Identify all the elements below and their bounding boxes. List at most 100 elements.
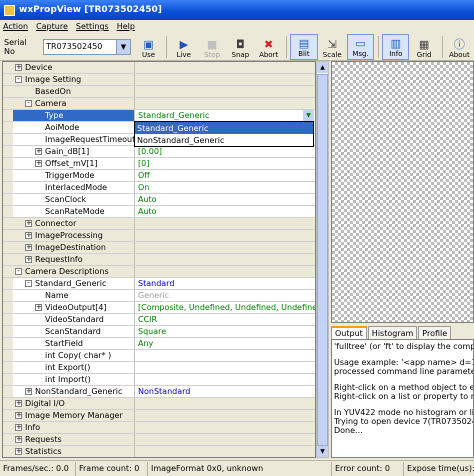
- property-value: Standard: [138, 279, 175, 288]
- property-row[interactable]: ScanStandard Square: [3, 326, 315, 338]
- property-row[interactable]: InterlacedMode On: [3, 182, 315, 194]
- property-row[interactable]: + Device: [3, 62, 315, 74]
- expand-icon[interactable]: +: [25, 256, 32, 263]
- property-row[interactable]: + RequestInfo: [3, 254, 315, 266]
- expand-icon[interactable]: +: [25, 220, 32, 227]
- chevron-down-icon[interactable]: ▼: [115, 39, 130, 54]
- blit-button[interactable]: ▤ Blit: [290, 33, 318, 60]
- scroll-down-icon[interactable]: ▼: [317, 446, 328, 457]
- expand-icon[interactable]: +: [35, 148, 42, 155]
- property-value-cell[interactable]: CCIR: [135, 314, 315, 325]
- property-row[interactable]: + Gain_dB[1] [0.00]: [3, 146, 315, 158]
- property-value-cell[interactable]: [0]: [135, 158, 315, 169]
- property-row[interactable]: StartField Any: [3, 338, 315, 350]
- property-row[interactable]: ScanClock Auto: [3, 194, 315, 206]
- grid-button[interactable]: ▦ Grid: [410, 34, 437, 60]
- serial-select[interactable]: TR073502450 ▼: [43, 38, 131, 55]
- abort-button[interactable]: ✖ Abort: [255, 34, 282, 60]
- property-value-cell[interactable]: Any: [135, 338, 315, 349]
- property-row[interactable]: TriggerMode Off: [3, 170, 315, 182]
- chevron-down-icon[interactable]: ▼: [303, 110, 314, 121]
- expand-icon[interactable]: +: [25, 244, 32, 251]
- property-value-cell[interactable]: [0.00]: [135, 146, 315, 157]
- property-row[interactable]: + Statistics: [3, 446, 315, 457]
- about-button[interactable]: ⓘ About: [446, 34, 473, 60]
- expand-icon[interactable]: +: [25, 232, 32, 239]
- expand-icon[interactable]: +: [15, 448, 22, 455]
- property-grid-scrollbar[interactable]: ▲ ▼: [316, 61, 329, 458]
- tab-output[interactable]: Output: [331, 326, 367, 339]
- property-row[interactable]: + ImageProcessing: [3, 230, 315, 242]
- property-row[interactable]: + Requests: [3, 434, 315, 446]
- scroll-up-icon[interactable]: ▲: [317, 62, 328, 73]
- snap-button[interactable]: ◘ Snap: [227, 34, 254, 60]
- menu-help[interactable]: Help: [117, 22, 135, 31]
- property-row[interactable]: - Camera: [3, 98, 315, 110]
- collapse-icon[interactable]: -: [25, 280, 32, 287]
- property-value-cell[interactable]: Generic: [135, 290, 315, 301]
- message-button[interactable]: ▭ Msg.: [346, 33, 375, 60]
- menu-settings[interactable]: Settings: [76, 22, 109, 31]
- property-value-cell[interactable]: Standard_Generic ▼: [135, 110, 315, 121]
- property-row[interactable]: BasedOn: [3, 86, 315, 98]
- use-button[interactable]: ▣ Use: [135, 34, 162, 60]
- property-label: AoiMode: [45, 123, 80, 132]
- dropdown-option[interactable]: Standard_Generic: [135, 122, 313, 134]
- property-row[interactable]: - Camera Descriptions: [3, 266, 315, 278]
- expand-icon[interactable]: +: [15, 436, 22, 443]
- property-row[interactable]: + Connector: [3, 218, 315, 230]
- property-row[interactable]: + NonStandard_Generic NonStandard: [3, 386, 315, 398]
- property-row[interactable]: - Image Setting: [3, 74, 315, 86]
- expand-icon[interactable]: +: [15, 64, 22, 71]
- scale-button[interactable]: ⇲ Scale: [319, 34, 346, 60]
- output-log[interactable]: 'fulltree' (or 'ft' to display the compl…: [331, 339, 474, 458]
- property-row[interactable]: + Image Memory Manager: [3, 410, 315, 422]
- property-row[interactable]: + VideoOutput[4] [Composite, Undefined, Un…: [3, 302, 315, 314]
- expand-icon[interactable]: +: [35, 160, 42, 167]
- expand-icon[interactable]: +: [15, 400, 22, 407]
- tab-profile[interactable]: Profile: [418, 326, 452, 339]
- property-label: Name: [45, 291, 69, 300]
- property-row[interactable]: - Standard_Generic Standard: [3, 278, 315, 290]
- property-row[interactable]: + Digital I/O: [3, 398, 315, 410]
- property-row[interactable]: VideoStandard CCIR: [3, 314, 315, 326]
- property-row[interactable]: int Copy( char* ): [3, 350, 315, 362]
- property-value-cell[interactable]: [135, 362, 315, 373]
- collapse-icon[interactable]: -: [15, 268, 22, 275]
- info-button[interactable]: ▥ Info: [382, 33, 410, 60]
- property-row[interactable]: + Offset_mV[1] [0]: [3, 158, 315, 170]
- expand-icon[interactable]: +: [25, 388, 32, 395]
- menu-action[interactable]: Action: [3, 22, 28, 31]
- property-row[interactable]: + Info: [3, 422, 315, 434]
- menu-capture[interactable]: Capture: [36, 22, 68, 31]
- property-value-cell[interactable]: On: [135, 182, 315, 193]
- row-gutter: [3, 134, 13, 145]
- property-row[interactable]: ScanRateMode Auto: [3, 206, 315, 218]
- scroll-thumb[interactable]: [317, 74, 328, 446]
- property-value-cell[interactable]: Square: [135, 326, 315, 337]
- tab-histogram[interactable]: Histogram: [367, 326, 418, 339]
- property-value-cell[interactable]: NonStandard: [135, 386, 315, 397]
- row-gutter: [3, 410, 13, 421]
- property-value-cell[interactable]: Standard: [135, 278, 315, 289]
- collapse-icon[interactable]: -: [25, 100, 32, 107]
- property-value-cell[interactable]: Auto: [135, 206, 315, 217]
- property-value-cell[interactable]: [135, 350, 315, 361]
- expand-icon[interactable]: +: [15, 424, 22, 431]
- property-value-cell[interactable]: Off: [135, 170, 315, 181]
- image-display[interactable]: [331, 61, 474, 323]
- collapse-icon[interactable]: -: [15, 76, 22, 83]
- expand-icon[interactable]: +: [15, 412, 22, 419]
- expand-icon[interactable]: +: [35, 304, 42, 311]
- property-row[interactable]: int Import(): [3, 374, 315, 386]
- live-button[interactable]: ▶ Live: [170, 34, 197, 60]
- property-value-cell[interactable]: [Composite, Undefined, Undefined, Undefi…: [135, 302, 315, 313]
- property-name-cell: ScanRateMode: [3, 206, 135, 217]
- property-row[interactable]: Name Generic: [3, 290, 315, 302]
- property-value-cell[interactable]: [135, 374, 315, 385]
- dropdown-option[interactable]: NonStandard_Generic: [135, 134, 313, 146]
- property-value-cell[interactable]: Auto: [135, 194, 315, 205]
- property-row[interactable]: int Export(): [3, 362, 315, 374]
- stop-button[interactable]: ■ Stop: [198, 34, 225, 60]
- property-row[interactable]: + ImageDestination: [3, 242, 315, 254]
